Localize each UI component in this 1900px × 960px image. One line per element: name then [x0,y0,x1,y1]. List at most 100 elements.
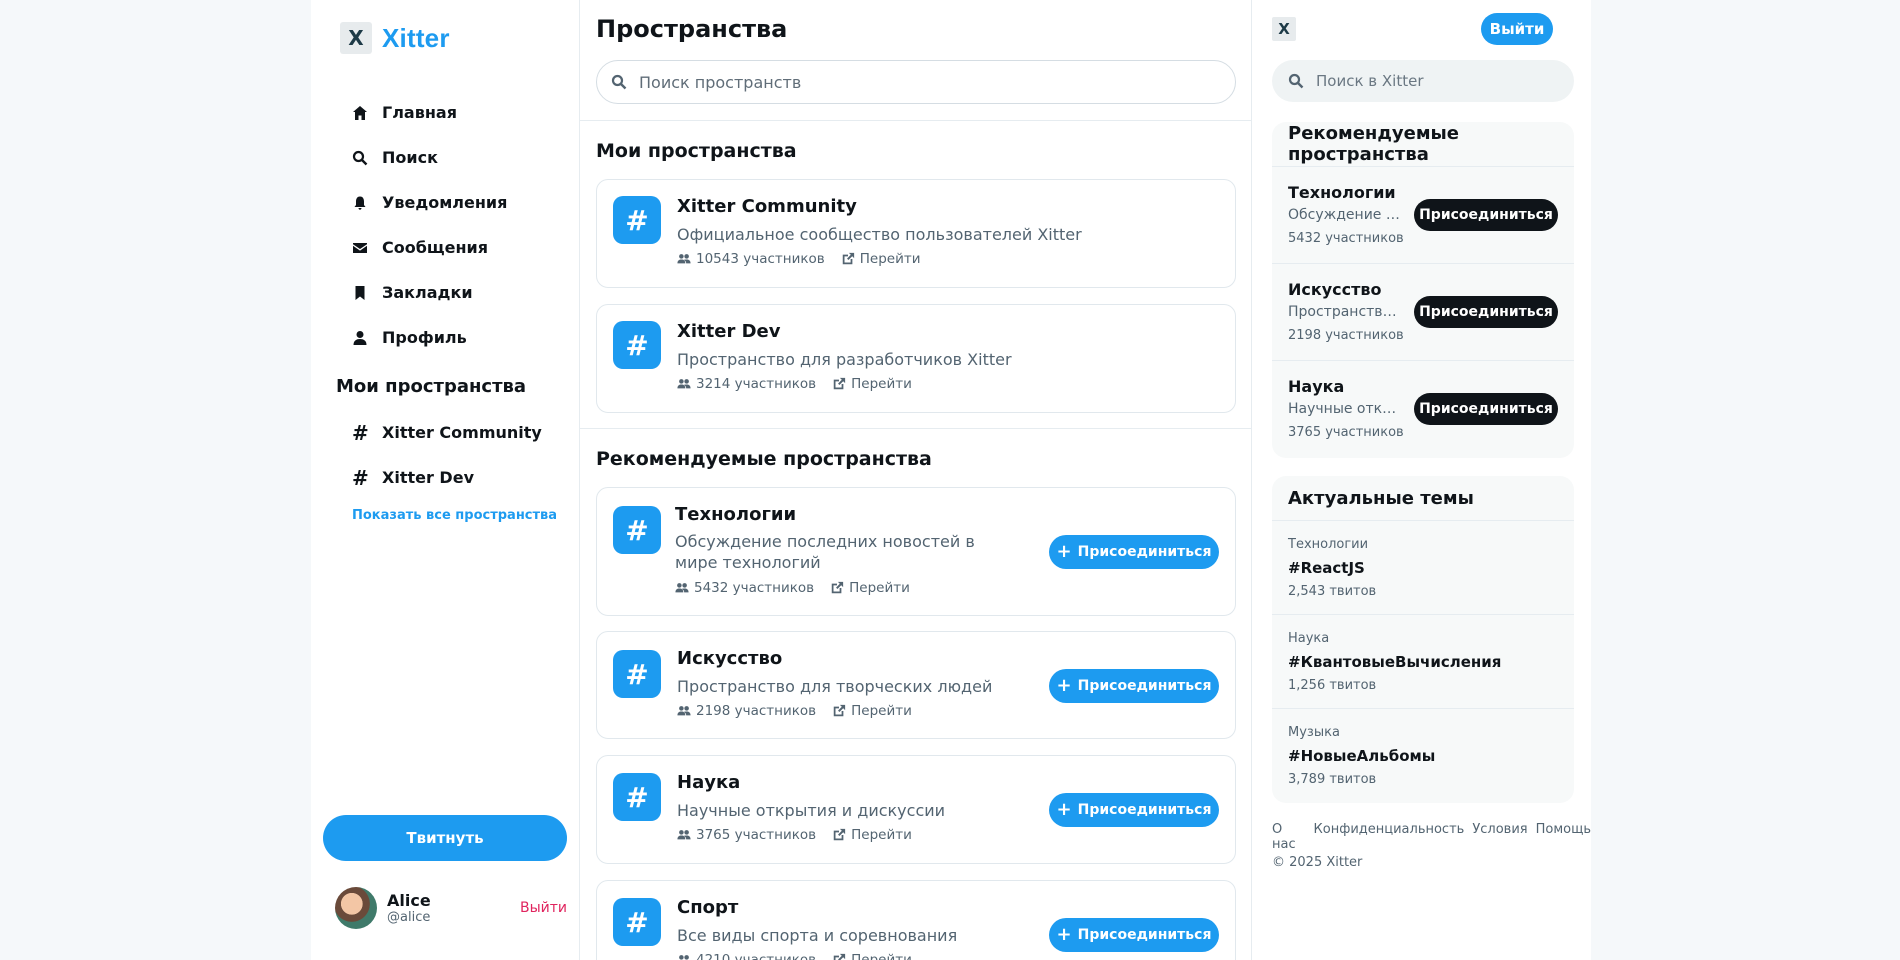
page-title: Пространства [596,15,788,43]
avatar[interactable] [335,887,377,929]
footer-link-about[interactable]: О нас [1272,822,1306,852]
go-link[interactable]: Перейти [832,952,912,960]
join-button[interactable]: + Присоединиться [1049,918,1219,952]
external-link-icon [833,828,846,841]
tweet-button[interactable]: Твитнуть [323,815,567,861]
trend-hashtag: #НовыеАльбомы [1288,747,1436,765]
nav-item-label: Уведомления [382,193,508,212]
go-link[interactable]: Перейти [830,580,910,596]
recommended-space-item[interactable]: Наука Научные открытия и дискуссии 3765 … [1272,361,1574,458]
recommended-space-item[interactable]: Искусство Пространство для творческих лю… [1272,264,1574,361]
sidebar-spaces-list: # Xitter Community # Xitter Dev [352,410,542,500]
left-sidebar: X Xitter Главная Поиск Уведомления Сообщ… [311,0,580,960]
join-button[interactable]: + Присоединиться [1049,793,1219,827]
space-card[interactable]: # Спорт Все виды спорта и соревнования 4… [596,880,1236,960]
search-icon [352,150,368,166]
spaces-search-input[interactable] [639,72,1199,92]
global-search[interactable] [1272,60,1574,102]
users-icon [677,379,691,389]
recommended-space-item[interactable]: Технологии Обсуждение последних новостей… [1272,167,1574,264]
my-spaces-title: Мои пространства [596,140,797,162]
join-button[interactable]: + Присоединиться [1049,535,1219,569]
join-button-label: Присоединиться [1077,544,1212,560]
plus-icon: + [1056,674,1072,696]
trend-item[interactable]: Наука #КвантовыеВычисления 1,256 твитов [1272,615,1574,709]
panel-title: Рекомендуемые пространства [1272,122,1574,167]
users-icon [675,583,689,593]
show-all-spaces-link[interactable]: Показать все пространства [352,508,557,523]
external-link-icon [842,252,854,265]
nav-item-profile[interactable]: Профиль [352,315,507,360]
trend-item[interactable]: Музыка #НовыеАльбомы 3,789 твитов [1272,709,1574,803]
home-icon [352,105,368,121]
trend-item[interactable]: Технологии #ReactJS 2,543 твитов [1272,521,1574,615]
space-meta: 10543 участников Перейти [677,251,920,267]
main-content: Пространства Мои пространства # Xitter C… [580,0,1252,960]
footer-link-terms[interactable]: Условия [1472,822,1527,852]
go-link-text: Перейти [859,251,921,267]
footer-link-help[interactable]: Помощь [1536,822,1591,852]
go-link[interactable]: Перейти [832,827,912,843]
join-button[interactable]: + Присоединиться [1049,669,1219,703]
users-icon [677,830,691,840]
user-card: Alice @alice Выйти [335,887,567,929]
plus-icon: + [1056,923,1072,945]
trend-category: Наука [1288,631,1330,646]
space-description: Научные открытия и дискуссии [677,801,946,820]
sidebar-space-item[interactable]: # Xitter Dev [352,455,542,500]
space-card[interactable]: # Наука Научные открытия и дискуссии 376… [596,755,1236,864]
nav-item-messages[interactable]: Сообщения [352,225,507,270]
trend-count: 3,789 твитов [1288,772,1377,787]
trend-hashtag: #ReactJS [1288,559,1365,577]
x-logo-icon[interactable]: X [1272,17,1296,41]
space-name: Технологии [675,504,797,525]
rec-space-description: Обсуждение последних новостей в мире тех… [1288,207,1400,223]
go-link[interactable]: Перейти [832,376,912,392]
nav-item-bookmarks[interactable]: Закладки [352,270,507,315]
member-count: 4210 участников [677,952,816,960]
logout-button[interactable]: Выйти [1481,13,1553,45]
join-button-label: Присоединиться [1077,678,1212,694]
space-card[interactable]: # Xitter Community Официальное сообществ… [596,179,1236,288]
rec-space-description: Пространство для творческих людей [1288,304,1400,320]
recommended-spaces-panel: Рекомендуемые пространства Технологии Об… [1272,122,1574,458]
spaces-search[interactable] [596,60,1236,104]
space-card[interactable]: # Искусство Пространство для творческих … [596,631,1236,739]
space-meta: 2198 участников Перейти [677,703,912,719]
brand-logo[interactable]: X Xitter [340,22,450,54]
external-link-icon [831,581,844,594]
join-button[interactable]: Присоединиться [1414,296,1558,328]
member-count: 3214 участников [677,376,816,392]
hash-icon: # [352,465,369,490]
footer-link-privacy[interactable]: Конфиденциальность [1314,822,1465,852]
space-card[interactable]: # Технологии Обсуждение последних новост… [596,487,1236,616]
right-sidebar: X Выйти Рекомендуемые пространства Техно… [1252,0,1591,960]
nav-item-notifications[interactable]: Уведомления [352,180,507,225]
join-button-label: Присоединиться [1077,927,1212,943]
space-name: Искусство [677,648,783,669]
panel-title: Актуальные темы [1272,476,1574,521]
trend-category: Музыка [1288,725,1340,740]
brand-name: Xitter [382,22,450,53]
space-description: Пространство для творческих людей [677,677,993,696]
join-button[interactable]: Присоединиться [1414,199,1558,231]
nav-item-search[interactable]: Поиск [352,135,507,180]
logout-link[interactable]: Выйти [520,900,567,916]
copyright: © 2025 Xitter [1272,855,1363,870]
go-link[interactable]: Перейти [841,251,921,267]
sidebar-space-item[interactable]: # Xitter Community [352,410,542,455]
member-count-text: 10543 участников [696,251,825,267]
space-name: Xitter Community [677,196,857,217]
hash-icon: # [613,773,661,821]
go-link[interactable]: Перейти [832,703,912,719]
space-card[interactable]: # Xitter Dev Пространство для разработчи… [596,304,1236,413]
bookmark-icon [352,285,368,301]
rec-space-name: Искусство [1288,280,1382,299]
member-count-text: 5432 участников [694,580,815,596]
global-search-input[interactable] [1316,72,1566,90]
nav-item-home[interactable]: Главная [352,90,507,135]
join-button[interactable]: Присоединиться [1414,393,1558,425]
member-count-text: 3765 участников [696,827,817,843]
hash-icon: # [613,196,661,244]
nav-item-label: Поиск [382,148,438,167]
